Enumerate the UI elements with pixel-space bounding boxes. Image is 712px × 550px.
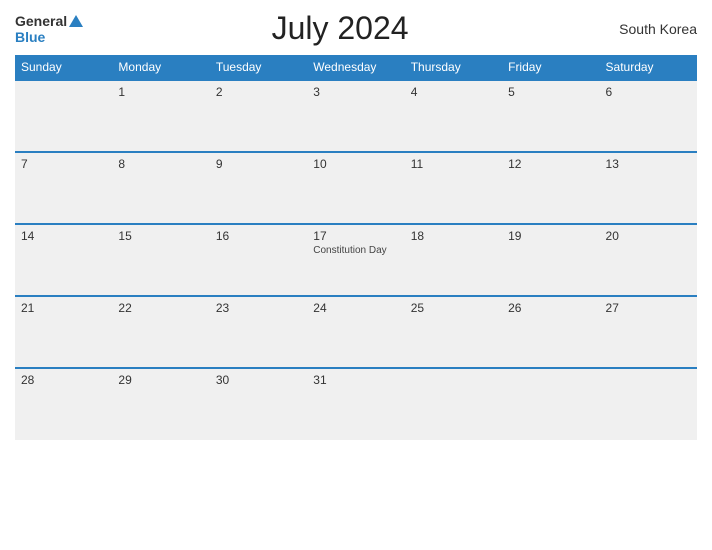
col-saturday: Saturday <box>600 55 697 80</box>
calendar-header: Sunday Monday Tuesday Wednesday Thursday… <box>15 55 697 80</box>
calendar-week-1: 789 10 11 12 13 <box>15 152 697 224</box>
logo: General Blue <box>15 13 83 45</box>
calendar-cell: 18 <box>405 224 502 296</box>
calendar-cell: 23 <box>210 296 307 368</box>
page: General Blue July 2024 South Korea Sunda… <box>0 0 712 550</box>
calendar-cell: 16 <box>210 224 307 296</box>
day-number: 19 <box>508 229 593 243</box>
day-number: 24 <box>313 301 398 315</box>
col-monday: Monday <box>112 55 209 80</box>
calendar-cell: 3 <box>307 80 404 152</box>
calendar-cell: 9 <box>210 152 307 224</box>
header: General Blue July 2024 South Korea <box>15 10 697 47</box>
calendar-cell: 15 <box>112 224 209 296</box>
calendar-title: July 2024 <box>83 10 597 47</box>
day-number: 29 <box>118 373 203 387</box>
calendar-cell: 5 <box>502 80 599 152</box>
calendar-cell: 1 <box>112 80 209 152</box>
calendar-cell: 22 <box>112 296 209 368</box>
calendar-cell: 7 <box>15 152 112 224</box>
col-friday: Friday <box>502 55 599 80</box>
calendar-week-4: 28 29 30 31 <box>15 368 697 440</box>
calendar-cell: 27 <box>600 296 697 368</box>
day-number: 28 <box>21 373 106 387</box>
day-number: 4 <box>411 85 496 99</box>
day-number: 3 <box>313 85 398 99</box>
day-number: 22 <box>118 301 203 315</box>
calendar-cell: 29 <box>112 368 209 440</box>
day-number: 14 <box>21 229 106 243</box>
day-number: 21 <box>21 301 106 315</box>
col-tuesday: Tuesday <box>210 55 307 80</box>
event-label: Constitution Day <box>313 245 398 256</box>
logo-triangle-icon <box>69 15 83 27</box>
calendar-cell: 19 <box>502 224 599 296</box>
logo-general-text: General <box>15 13 67 29</box>
calendar-cell: 2 <box>210 80 307 152</box>
day-number: 8 <box>118 157 203 171</box>
col-sunday: Sunday <box>15 55 112 80</box>
day-number: 11 <box>411 157 496 171</box>
day-number: 20 <box>606 229 691 243</box>
calendar-cell: 20 <box>600 224 697 296</box>
calendar-cell: 6 <box>600 80 697 152</box>
calendar-cell: 30 <box>210 368 307 440</box>
day-number: 16 <box>216 229 301 243</box>
calendar-cell: 31 <box>307 368 404 440</box>
day-number: 6 <box>606 85 691 99</box>
col-wednesday: Wednesday <box>307 55 404 80</box>
col-thursday: Thursday <box>405 55 502 80</box>
country-label: South Korea <box>597 21 697 37</box>
calendar-week-3: 21 22 23 24 25 26 27 <box>15 296 697 368</box>
day-number: 15 <box>118 229 203 243</box>
calendar-cell: 26 <box>502 296 599 368</box>
day-number: 23 <box>216 301 301 315</box>
calendar-cell: 11 <box>405 152 502 224</box>
day-number: 30 <box>216 373 301 387</box>
calendar-cell <box>502 368 599 440</box>
day-number: 2 <box>216 85 301 99</box>
calendar-week-2: 14 15 16 17 Constitution Day 18 19 20 <box>15 224 697 296</box>
day-number: 9 <box>216 157 301 171</box>
calendar-cell <box>405 368 502 440</box>
calendar-cell: 12 <box>502 152 599 224</box>
calendar-cell <box>15 80 112 152</box>
days-of-week-row: Sunday Monday Tuesday Wednesday Thursday… <box>15 55 697 80</box>
day-number: 5 <box>508 85 593 99</box>
day-number: 27 <box>606 301 691 315</box>
day-number: 12 <box>508 157 593 171</box>
day-number: 25 <box>411 301 496 315</box>
day-number: 18 <box>411 229 496 243</box>
calendar-week-0: 123456 <box>15 80 697 152</box>
day-number: 26 <box>508 301 593 315</box>
calendar-cell: 17 Constitution Day <box>307 224 404 296</box>
calendar-cell <box>600 368 697 440</box>
calendar-cell: 8 <box>112 152 209 224</box>
calendar-body: 1234567891011121314151617Constitution Da… <box>15 80 697 440</box>
logo-blue-text: Blue <box>15 29 45 45</box>
calendar-cell: 24 <box>307 296 404 368</box>
calendar-cell: 25 <box>405 296 502 368</box>
calendar-cell: 14 <box>15 224 112 296</box>
day-number: 10 <box>313 157 398 171</box>
day-number: 7 <box>21 157 106 171</box>
day-number: 13 <box>606 157 691 171</box>
calendar-cell: 21 <box>15 296 112 368</box>
day-number: 1 <box>118 85 203 99</box>
calendar-cell: 13 <box>600 152 697 224</box>
calendar-cell: 10 <box>307 152 404 224</box>
calendar-cell: 4 <box>405 80 502 152</box>
calendar-cell: 28 <box>15 368 112 440</box>
day-number: 31 <box>313 373 398 387</box>
day-number: 17 <box>313 229 398 243</box>
calendar-table: Sunday Monday Tuesday Wednesday Thursday… <box>15 55 697 440</box>
